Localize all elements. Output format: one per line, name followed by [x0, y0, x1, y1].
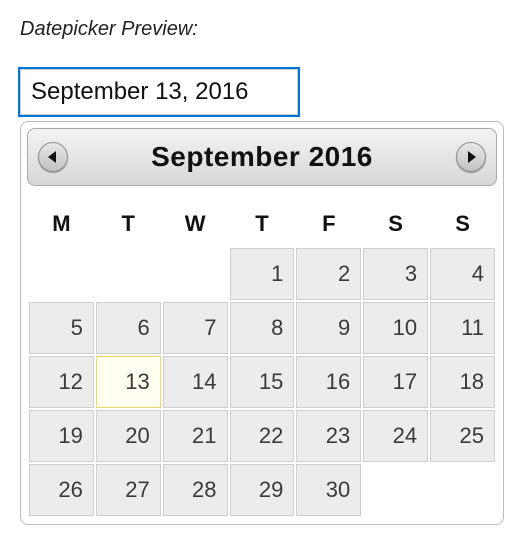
calendar-row: 567891011 — [29, 302, 495, 354]
day-cell[interactable]: 6 — [96, 302, 161, 354]
calendar-body: 1234567891011121314151617181920212223242… — [29, 248, 495, 516]
day-cell[interactable]: 30 — [296, 464, 361, 516]
day-cell[interactable]: 26 — [29, 464, 94, 516]
day-cell[interactable]: 14 — [163, 356, 228, 408]
day-cell[interactable]: 25 — [430, 410, 495, 462]
weekday-header: S — [430, 202, 495, 246]
day-cell[interactable]: 28 — [163, 464, 228, 516]
day-cell[interactable]: 24 — [363, 410, 428, 462]
weekday-header: T — [230, 202, 295, 246]
day-cell[interactable]: 16 — [296, 356, 361, 408]
day-cell[interactable]: 17 — [363, 356, 428, 408]
day-cell[interactable]: 11 — [430, 302, 495, 354]
day-cell[interactable]: 15 — [230, 356, 295, 408]
day-cell[interactable]: 7 — [163, 302, 228, 354]
datepicker-header: September 2016 — [27, 128, 497, 186]
weekday-header: F — [296, 202, 361, 246]
calendar-row: 12131415161718 — [29, 356, 495, 408]
weekday-row: M T W T F S S — [29, 202, 495, 246]
empty-day-cell — [96, 248, 161, 300]
day-cell[interactable]: 20 — [96, 410, 161, 462]
empty-day-cell — [163, 248, 228, 300]
calendar-row: 19202122232425 — [29, 410, 495, 462]
day-cell[interactable]: 10 — [363, 302, 428, 354]
day-cell[interactable]: 27 — [96, 464, 161, 516]
weekday-header: M — [29, 202, 94, 246]
day-cell[interactable]: 23 — [296, 410, 361, 462]
empty-day-cell — [430, 464, 495, 516]
day-cell[interactable]: 5 — [29, 302, 94, 354]
day-cell[interactable]: 8 — [230, 302, 295, 354]
weekday-header: W — [163, 202, 228, 246]
datepicker-title: September 2016 — [151, 141, 373, 173]
day-cell[interactable]: 18 — [430, 356, 495, 408]
next-month-button[interactable] — [456, 142, 486, 172]
datepicker-popup: September 2016 M T W T F S S 12345678 — [20, 121, 504, 525]
day-cell[interactable]: 9 — [296, 302, 361, 354]
caret-right-icon — [466, 151, 476, 163]
caret-left-icon — [48, 151, 58, 163]
prev-month-button[interactable] — [38, 142, 68, 172]
date-input[interactable] — [20, 69, 298, 115]
day-cell[interactable]: 22 — [230, 410, 295, 462]
day-cell[interactable]: 2 — [296, 248, 361, 300]
calendar-row: 1234 — [29, 248, 495, 300]
day-cell[interactable]: 19 — [29, 410, 94, 462]
day-cell[interactable]: 3 — [363, 248, 428, 300]
day-cell[interactable]: 13 — [96, 356, 161, 408]
empty-day-cell — [29, 248, 94, 300]
day-cell[interactable]: 1 — [230, 248, 295, 300]
day-cell[interactable]: 12 — [29, 356, 94, 408]
day-cell[interactable]: 4 — [430, 248, 495, 300]
day-cell[interactable]: 21 — [163, 410, 228, 462]
calendar-row: 2627282930 — [29, 464, 495, 516]
datepicker-preview-label: Datepicker Preview: — [20, 18, 504, 41]
calendar-grid: M T W T F S S 12345678910111213141516171… — [27, 200, 497, 518]
empty-day-cell — [363, 464, 428, 516]
weekday-header: S — [363, 202, 428, 246]
weekday-header: T — [96, 202, 161, 246]
day-cell[interactable]: 29 — [230, 464, 295, 516]
